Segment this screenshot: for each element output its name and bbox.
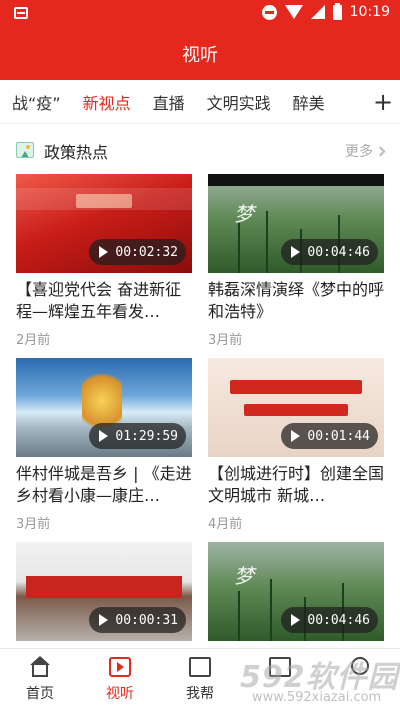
tab-new-viewpoint[interactable]: 新视点 [83,90,131,114]
video-duration: 00:02:32 [115,244,178,260]
video-logo: 梦 [234,564,254,588]
nav-video[interactable]: 视听 [80,649,160,710]
video-card[interactable]: 梦 00:04:46 韩磊深情演绎《梦中的呼和浩特》 3月前 [208,174,384,348]
notification-icon [14,7,28,19]
play-icon [99,246,109,258]
help-icon [189,657,211,677]
video-logo: 梦 [234,202,254,226]
duration-badge: 00:04:46 [281,607,378,633]
wifi-icon [284,5,303,19]
play-icon [291,430,301,442]
duration-badge: 00:04:46 [281,239,378,265]
home-icon [30,656,50,677]
dnd-icon [261,4,277,20]
battery-icon [332,2,342,20]
nav-label: 视听 [106,686,134,702]
tab-beautiful[interactable]: 醉美 [293,90,325,114]
video-thumbnail[interactable]: 00:00:31 [16,542,192,641]
plus-icon[interactable]: + [366,80,400,123]
status-bar: 10:19 [0,0,400,28]
video-card[interactable]: 01:29:59 伴村伴城是吾乡 | 《走进乡村看小康—康庄… 3月前 [16,358,192,532]
play-icon [291,246,301,258]
video-time: 3月前 [208,333,243,348]
status-time: 10:19 [349,4,390,20]
duration-badge: 01:29:59 [89,423,186,449]
play-icon [99,614,109,626]
video-duration: 01:29:59 [115,428,178,444]
video-card[interactable]: 梦 00:04:46 [208,542,384,641]
play-icon [291,614,301,626]
video-duration: 00:04:46 [307,612,370,628]
video-title[interactable]: 【创城进行时】创建全国文明城市 新城… [208,463,384,507]
nav-label: 首页 [26,686,54,702]
page-title: 视听 [182,45,218,66]
nav-help[interactable]: 我帮 [160,649,240,710]
chevron-right-icon [375,146,386,156]
image-icon [16,142,34,158]
video-duration: 00:00:31 [115,612,178,628]
signal-icon [310,5,325,19]
video-card[interactable]: 00:00:31 [16,542,192,641]
video-thumbnail[interactable]: 00:02:32 [16,174,192,273]
more-link[interactable]: 更多 [345,141,386,161]
video-card[interactable]: 00:02:32 【喜迎党代会 奋进新征程—辉煌五年看发… 2月前 [16,174,192,348]
tab-civilization-practice[interactable]: 文明实践 [207,90,271,114]
video-title[interactable]: 韩磊深情演绎《梦中的呼和浩特》 [208,279,384,323]
video-time: 3月前 [16,517,51,532]
video-thumbnail[interactable]: 01:29:59 [16,358,192,457]
duration-badge: 00:02:32 [89,239,186,265]
channel-tabs: 战“疫” 新视点 直播 文明实践 醉美 + [0,80,400,124]
video-title[interactable]: 伴村伴城是吾乡 | 《走进乡村看小康—康庄… [16,463,192,507]
video-icon [109,657,131,677]
nav-label: 我帮 [186,686,214,702]
duration-badge: 00:01:44 [281,423,378,449]
video-thumbnail[interactable]: 梦 00:04:46 [208,542,384,641]
watermark-url: www.592xiazai.com [252,690,382,705]
section-title: 政策热点 [44,143,109,162]
video-thumbnail[interactable]: 00:01:44 [208,358,384,457]
section-header: 政策热点 更多 [0,132,400,168]
video-duration: 00:01:44 [307,428,370,444]
video-title[interactable]: 【喜迎党代会 奋进新征程—辉煌五年看发… [16,279,192,323]
tab-epidemic[interactable]: 战“疫” [12,90,61,114]
video-thumbnail[interactable]: 梦 00:04:46 [208,174,384,273]
video-time: 2月前 [16,333,51,348]
nav-home[interactable]: 首页 [0,649,80,710]
video-duration: 00:04:46 [307,244,370,260]
play-icon [99,430,109,442]
video-time: 4月前 [208,517,243,532]
tab-live[interactable]: 直播 [153,90,185,114]
duration-badge: 00:00:31 [89,607,186,633]
app-header: 视听 [0,28,400,80]
video-card[interactable]: 00:01:44 【创城进行时】创建全国文明城市 新城… 4月前 [208,358,384,532]
more-label: 更多 [345,144,373,160]
